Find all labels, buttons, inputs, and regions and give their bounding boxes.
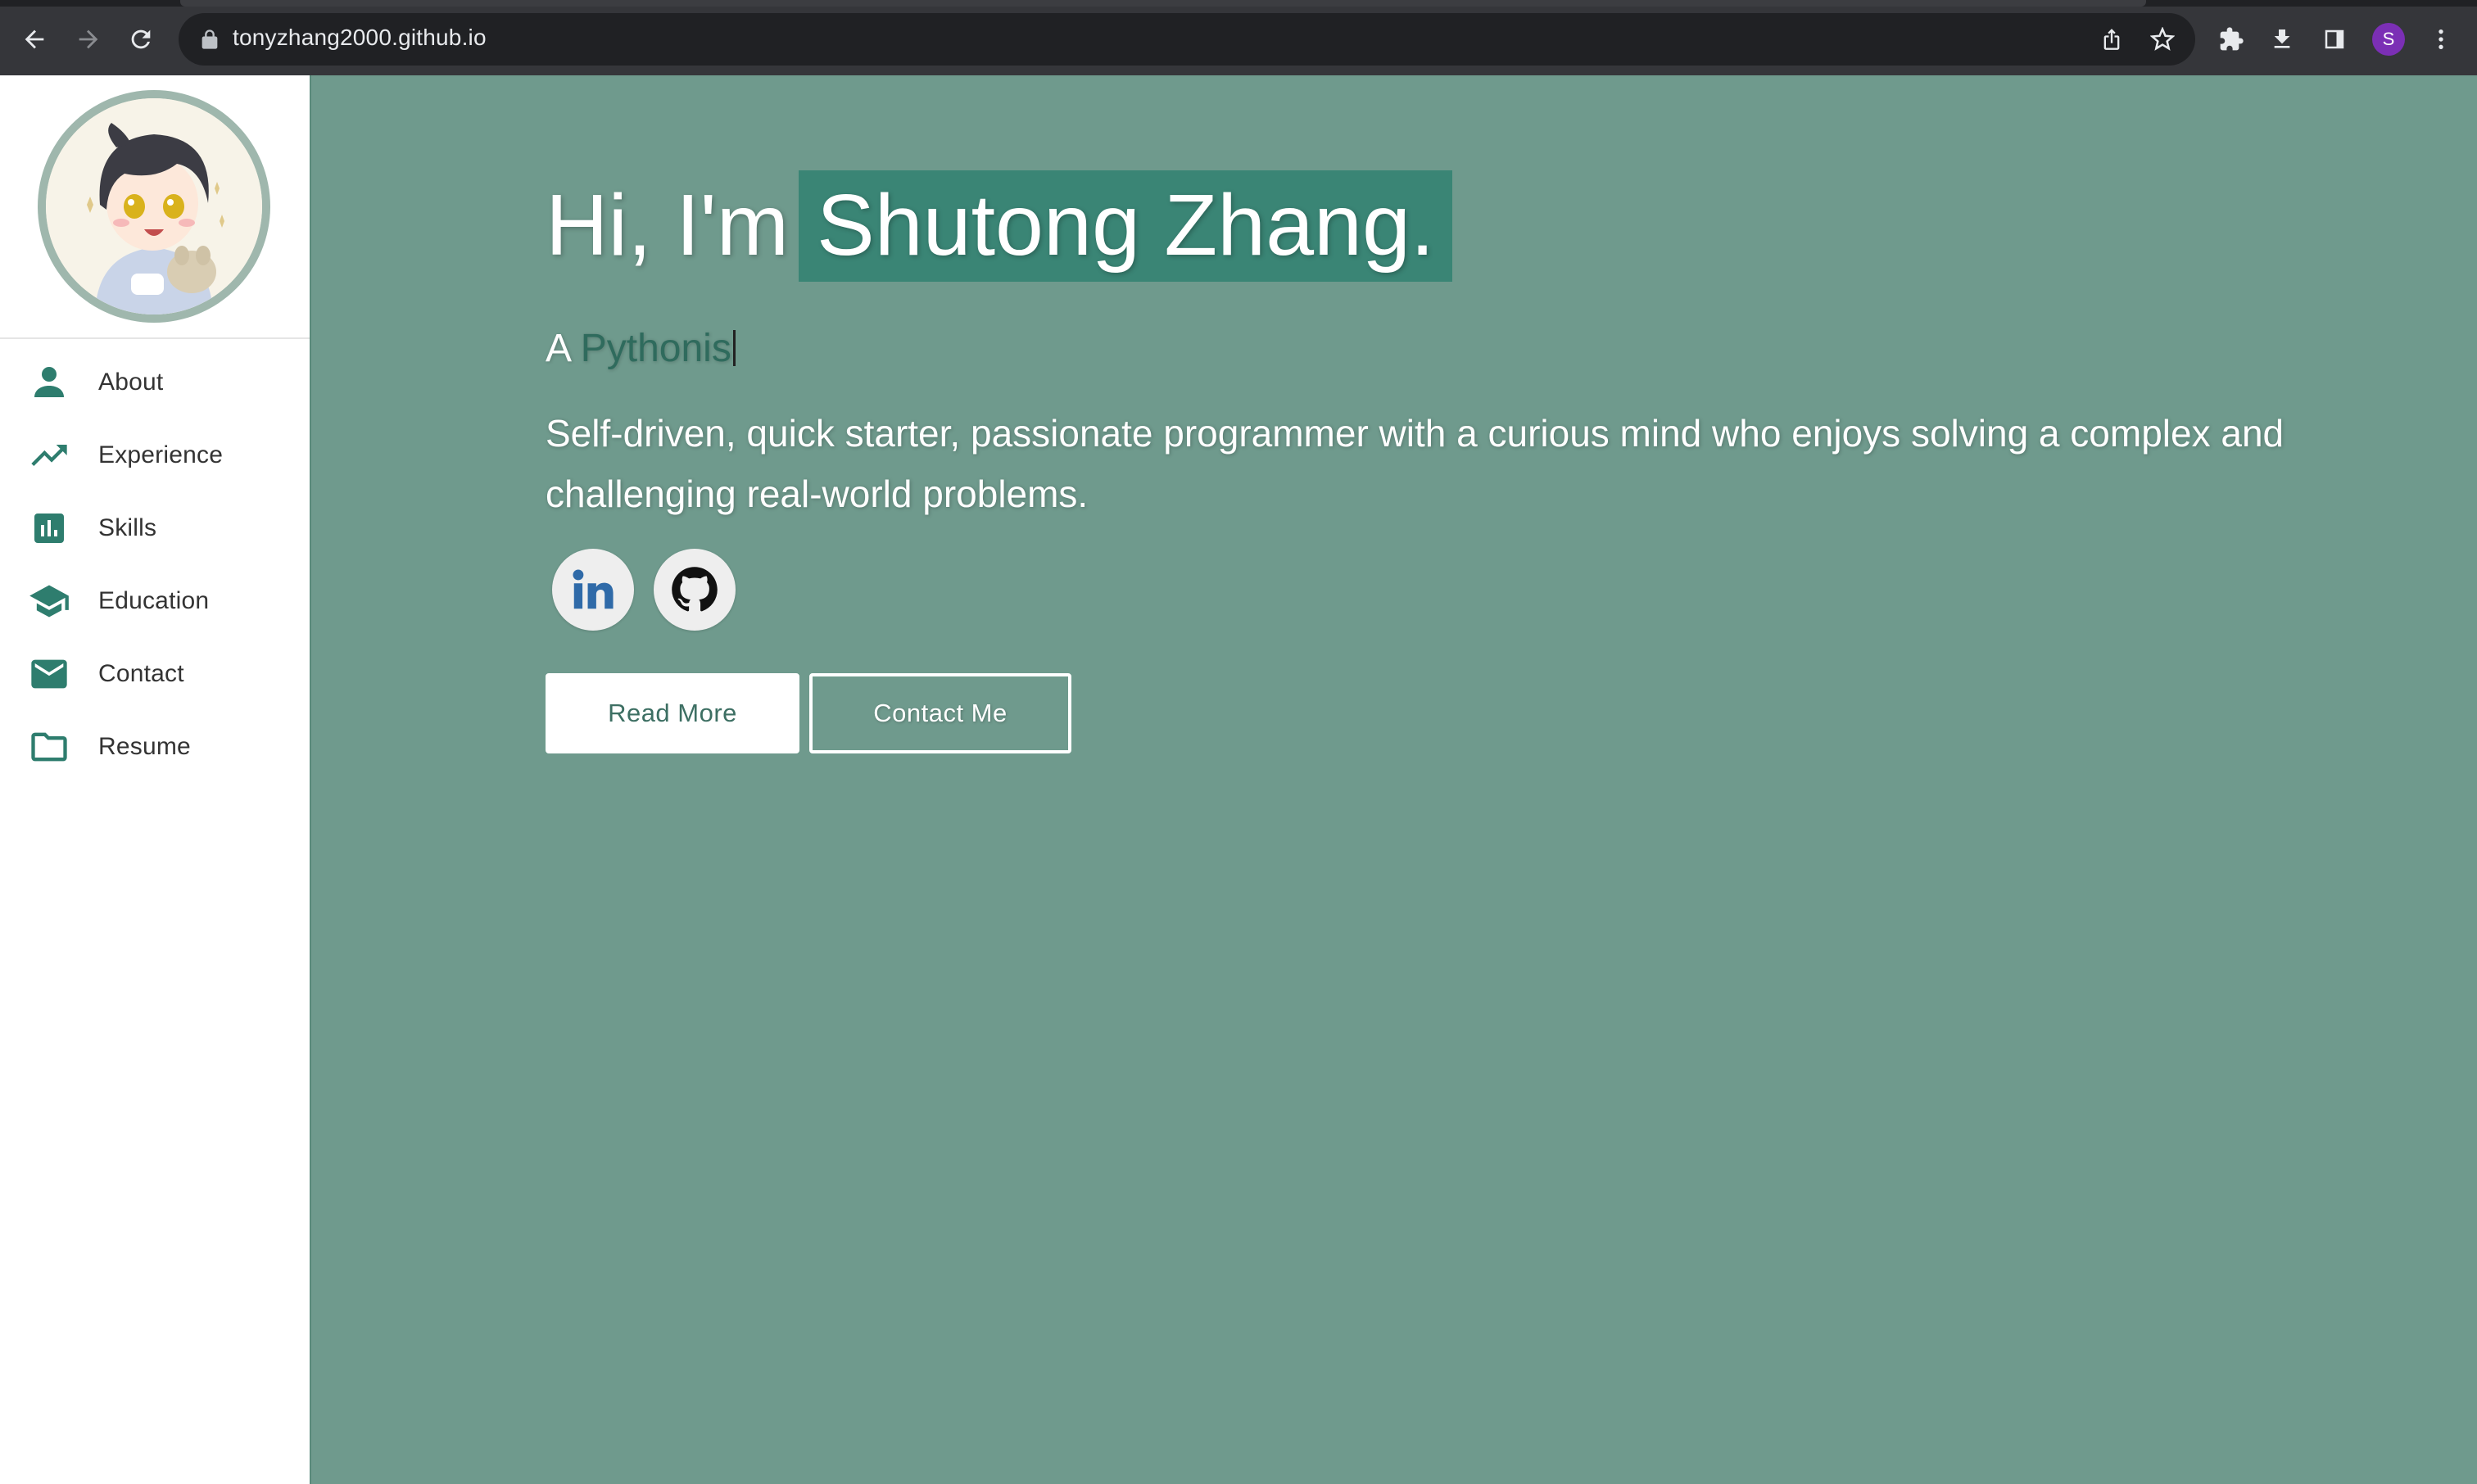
typed-tagline: A Pythonis [546, 326, 736, 371]
sidebar-item-education[interactable]: Education [0, 564, 310, 637]
folder-icon [28, 726, 70, 768]
mail-icon [28, 653, 70, 695]
bar-chart-icon [28, 507, 70, 550]
sidebar-item-skills[interactable]: Skills [0, 491, 310, 564]
lock-icon [202, 29, 218, 49]
star-icon [2150, 27, 2175, 51]
reload-button[interactable] [121, 20, 161, 59]
profile-avatar[interactable]: S [2372, 23, 2405, 56]
tab-strip [0, 0, 2477, 7]
greeting-prefix: Hi, I'm [546, 177, 789, 274]
hero-actions: Read More Contact Me [546, 673, 1071, 753]
person-icon [28, 361, 70, 404]
sidebar-item-contact[interactable]: Contact [0, 637, 310, 710]
sidebar-nav: About Experience Skills Education Contac… [0, 346, 310, 783]
back-button[interactable] [15, 20, 54, 59]
share-button[interactable] [2095, 23, 2128, 56]
trending-up-icon [28, 434, 70, 477]
page-title: Hi, I'm Shutong Zhang. [546, 170, 1453, 282]
sidebar-item-resume[interactable]: Resume [0, 710, 310, 783]
graduation-cap-icon [28, 580, 70, 622]
linkedin-icon [573, 569, 614, 609]
arrow-right-icon [79, 29, 98, 49]
side-panel-button[interactable] [2315, 20, 2354, 59]
address-bar[interactable]: tonyzhang2000.github.io [179, 13, 2195, 66]
sidebar-item-label: Contact [98, 659, 184, 687]
forward-button[interactable] [69, 20, 108, 59]
puzzle-icon [2220, 27, 2244, 51]
browser-menu-button[interactable] [2421, 20, 2461, 59]
extensions-button[interactable] [2212, 20, 2251, 59]
linkedin-button[interactable] [552, 549, 634, 631]
kebab-menu-icon [2439, 29, 2443, 49]
sidebar: About Experience Skills Education Contac… [0, 75, 311, 1484]
typing-cursor [732, 330, 736, 366]
typed-prefix: A [546, 327, 570, 370]
download-icon [2274, 29, 2290, 48]
browser-chrome: tonyzhang2000.github.io S [0, 0, 2477, 75]
sidebar-item-label: About [98, 368, 164, 396]
read-more-button[interactable]: Read More [546, 673, 799, 753]
github-icon [672, 567, 718, 612]
sidebar-item-label: Education [98, 586, 210, 614]
downloads-button[interactable] [2262, 20, 2302, 59]
bookmark-button[interactable] [2146, 23, 2179, 56]
share-icon [2103, 29, 2120, 50]
side-panel-icon [2325, 29, 2344, 49]
contact-me-button[interactable]: Contact Me [809, 673, 1071, 753]
url-text[interactable]: tonyzhang2000.github.io [233, 25, 487, 51]
sidebar-item-about[interactable]: About [0, 346, 310, 419]
name-highlight: Shutong Zhang. [799, 170, 1453, 282]
sidebar-item-experience[interactable]: Experience [0, 419, 310, 491]
sidebar-item-label: Skills [98, 514, 157, 541]
typed-word: Pythonis [580, 327, 731, 370]
social-links [552, 549, 736, 631]
sidebar-item-label: Experience [98, 441, 224, 468]
reload-icon [131, 29, 151, 49]
avatar [38, 90, 270, 323]
github-button[interactable] [654, 549, 736, 631]
page-content: About Experience Skills Education Contac… [0, 75, 2477, 1484]
tab-strip-bar [180, 0, 2146, 7]
sidebar-item-label: Resume [98, 732, 191, 760]
hero-description: Self-driven, quick starter, passionate p… [546, 412, 2285, 515]
avatar-image [46, 98, 262, 314]
avatar-illustration [46, 98, 262, 314]
arrow-left-icon [25, 29, 44, 49]
sidebar-divider [0, 337, 310, 339]
